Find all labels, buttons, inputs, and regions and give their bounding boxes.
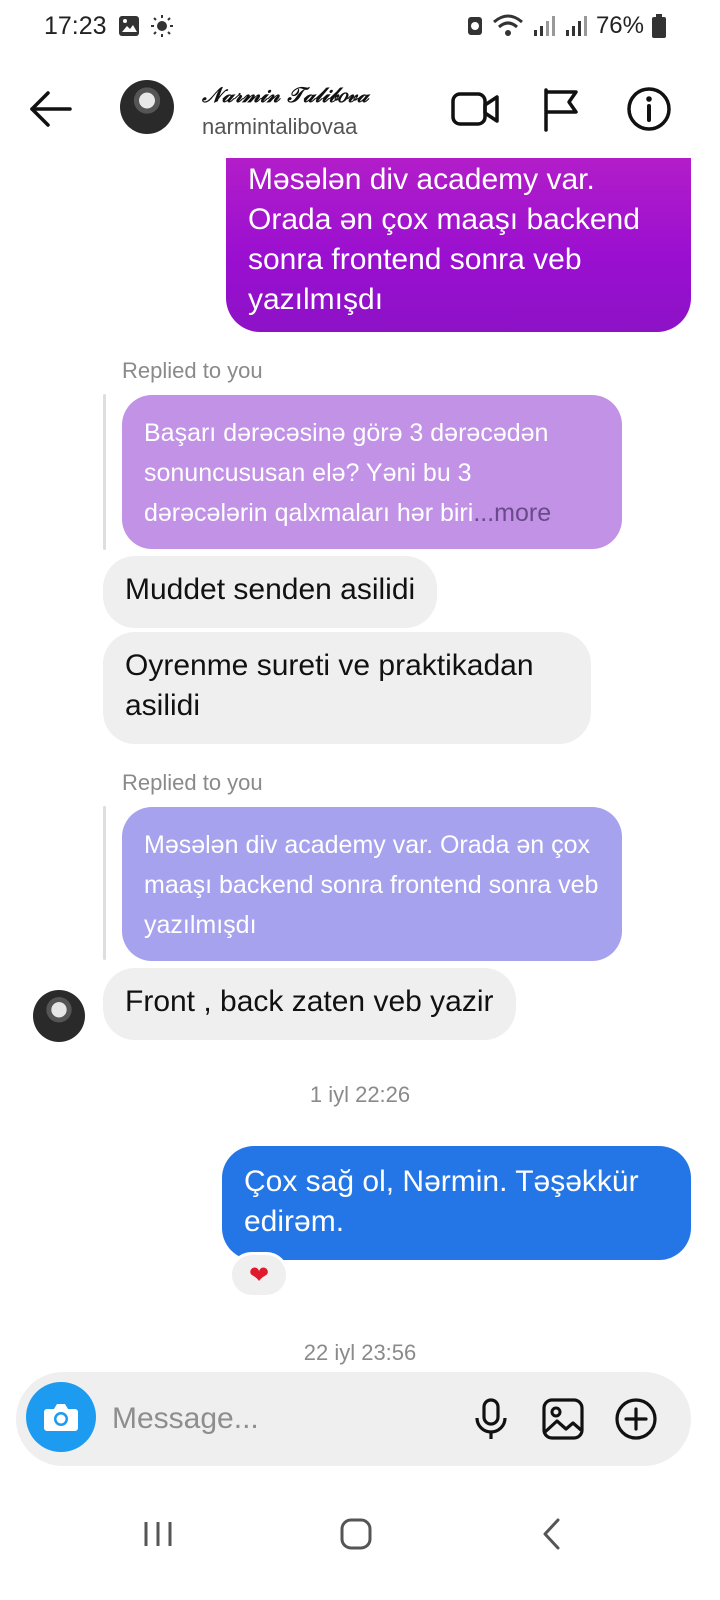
battery-icon (652, 14, 666, 38)
recent-apps-icon (144, 1522, 172, 1546)
home-icon (340, 1518, 372, 1550)
message-list[interactable]: Məsələn div academy var. Orada ən çox ma… (0, 158, 720, 1370)
back-button[interactable] (522, 1504, 582, 1564)
signal-icon (533, 16, 555, 36)
recent-apps-button[interactable] (128, 1504, 188, 1564)
chat-header: 𝒩𝒶𝓇𝓂𝒾𝓃 𝒯𝒶𝓁𝒾𝒷𝑜𝓋𝒶 narmintalibovaa (0, 60, 720, 158)
timestamp: 1 iyl 22:26 (309, 1082, 411, 1107)
gallery-icon (119, 16, 139, 36)
flag-icon[interactable] (536, 84, 586, 134)
status-bar: 17:23 76% (0, 0, 720, 58)
gallery-icon[interactable] (540, 1396, 586, 1442)
sent-message[interactable]: Çox sağ ol, Nərmin. Təşəkkür edirəm. (222, 1146, 691, 1260)
avatar[interactable] (33, 990, 85, 1042)
camera-button[interactable] (26, 1382, 96, 1452)
info-icon[interactable] (624, 84, 674, 134)
battery-percent: 76% (595, 12, 644, 39)
contact-username[interactable]: narmintalibovaa (202, 114, 357, 140)
sent-message[interactable]: Məsələn div academy var. Orada ən çox ma… (226, 158, 691, 332)
reply-divider (103, 394, 106, 550)
received-message[interactable]: Oyrenme sureti ve praktikadan asilidi (103, 632, 591, 744)
reply-label: Replied to you (122, 770, 263, 795)
received-message[interactable]: Front , back zaten veb yazir (103, 968, 516, 1040)
camera-icon (44, 1404, 78, 1431)
message-composer (16, 1372, 691, 1466)
status-time: 17:23 (44, 12, 107, 40)
brightness-icon (151, 15, 173, 37)
plus-circle-icon[interactable] (613, 1396, 659, 1442)
heart-reaction[interactable]: ❤ (229, 1252, 289, 1298)
system-nav-bar (0, 1490, 720, 1600)
quoted-message[interactable]: Başarı dərəcəsinə görə 3 dərəcədən sonun… (122, 395, 622, 549)
received-message[interactable]: Muddet senden asilidi (103, 556, 438, 628)
back-arrow-icon[interactable] (26, 84, 76, 134)
quoted-message[interactable]: Məsələn div academy var. Orada ən çox ma… (122, 807, 622, 961)
wifi-icon (492, 14, 523, 36)
message-input[interactable] (112, 1396, 452, 1442)
home-button[interactable] (326, 1504, 386, 1564)
microphone-icon[interactable] (468, 1396, 514, 1442)
timestamp: 22 iyl 23:56 (303, 1340, 417, 1365)
reply-divider (103, 806, 106, 960)
contact-name[interactable]: 𝒩𝒶𝓇𝓂𝒾𝓃 𝒯𝒶𝓁𝒾𝒷𝑜𝓋𝒶 (202, 82, 369, 108)
back-chevron-icon (543, 1518, 560, 1550)
alarm-icon (467, 17, 482, 35)
more-link[interactable]: ...more (473, 499, 551, 527)
reply-label: Replied to you (122, 358, 263, 383)
avatar[interactable] (120, 80, 174, 134)
video-call-icon[interactable] (450, 84, 500, 134)
signal-icon-2 (565, 16, 587, 36)
